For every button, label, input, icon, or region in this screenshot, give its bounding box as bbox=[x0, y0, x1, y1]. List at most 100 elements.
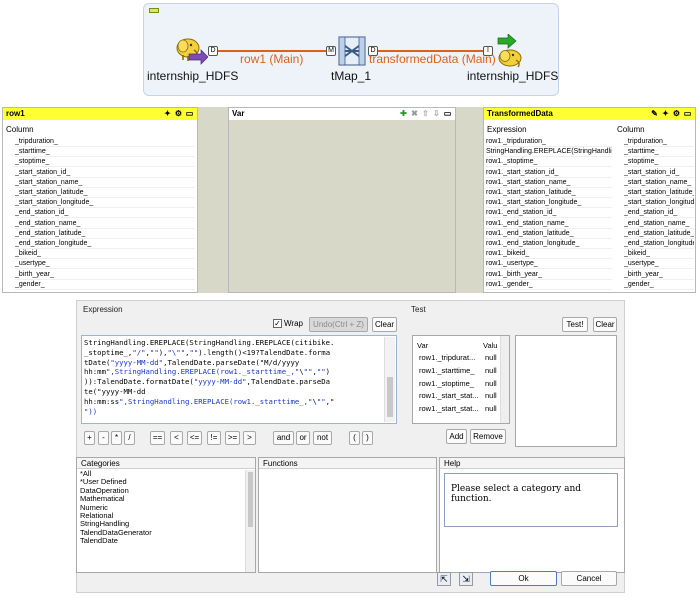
operator-button[interactable]: - bbox=[98, 431, 109, 445]
output-expression-cell[interactable]: row1._start_station_id_ bbox=[486, 168, 612, 178]
categories-scroll-thumb[interactable] bbox=[248, 472, 253, 527]
operator-button[interactable]: / bbox=[124, 431, 135, 445]
output-expression-cell[interactable]: row1._start_station_name_ bbox=[486, 178, 612, 188]
minimize-icon[interactable]: ▭ bbox=[443, 109, 452, 118]
operator-button[interactable]: * bbox=[111, 431, 122, 445]
wrap-checkbox[interactable]: ✓ bbox=[273, 319, 282, 328]
output-column-cell[interactable]: _end_station_id_ bbox=[624, 208, 694, 219]
test-table-scrollbar[interactable] bbox=[500, 336, 509, 423]
output-column-cell[interactable]: _starttime_ bbox=[624, 147, 694, 158]
output-expression-cell[interactable]: row1._stoptime_ bbox=[486, 157, 612, 168]
test-var-name[interactable]: row1._stoptime_ bbox=[417, 380, 481, 388]
row1-column-row[interactable]: _usertype_ bbox=[15, 259, 195, 270]
output-expression-cell[interactable]: row1._end_station_name_ bbox=[486, 219, 612, 229]
functions-panel[interactable]: Functions bbox=[258, 457, 437, 573]
canvas-selection-marker[interactable] bbox=[149, 8, 159, 13]
add-filter-icon[interactable]: ✦ bbox=[163, 109, 172, 118]
source-hdfs-component[interactable] bbox=[174, 34, 209, 68]
output-expression-cell[interactable]: row1._gender_ bbox=[486, 280, 612, 290]
output-expression-cell[interactable]: row1._end_station_longitude_ bbox=[486, 239, 612, 249]
output-expression-cell[interactable]: row1._birth_year_ bbox=[486, 270, 612, 280]
test-var-value[interactable]: null bbox=[483, 391, 497, 400]
minimize-icon[interactable]: ▭ bbox=[185, 109, 194, 118]
operator-button[interactable]: <= bbox=[187, 431, 202, 445]
output-column-cell[interactable]: _end_station_latitude_ bbox=[624, 229, 694, 239]
test-clear-button[interactable]: Clear bbox=[593, 317, 617, 332]
test-var-value[interactable]: null bbox=[483, 353, 497, 362]
export-icon[interactable]: ⇱ bbox=[437, 572, 451, 586]
operator-button[interactable]: not bbox=[313, 431, 332, 445]
output-column-cell[interactable]: _bikeid_ bbox=[624, 249, 694, 260]
output-expression-cell[interactable]: row1._end_station_latitude_ bbox=[486, 229, 612, 239]
output-expression-cell[interactable]: row1._bikeid_ bbox=[486, 249, 612, 260]
row1-column-row[interactable]: _start_station_name_ bbox=[15, 178, 195, 188]
settings-icon[interactable]: ⚙ bbox=[174, 109, 183, 118]
test-var-name[interactable]: row1._starttime_ bbox=[417, 367, 481, 375]
tmap-component[interactable] bbox=[337, 35, 367, 67]
output-column-cell[interactable]: _gender_ bbox=[624, 280, 694, 290]
test-var-name[interactable]: row1._start_stat... bbox=[417, 392, 481, 400]
row1-column-row[interactable]: _start_station_latitude_ bbox=[15, 188, 195, 198]
var-table[interactable]: Var ✚ ✖ ⇧ ⇩ ▭ bbox=[228, 107, 456, 293]
row1-connection-label[interactable]: row1 (Main) bbox=[240, 52, 303, 66]
operator-button[interactable]: == bbox=[150, 431, 165, 445]
ok-button[interactable]: Ok bbox=[490, 571, 557, 586]
category-item[interactable]: TalendDate bbox=[78, 536, 152, 545]
test-var-name[interactable]: row1._start_stat... bbox=[417, 405, 481, 413]
output-expression-cell[interactable]: row1._tripduration_ bbox=[486, 137, 612, 147]
output-column-cell[interactable]: _end_station_longitude_ bbox=[624, 239, 694, 249]
row1-column-row[interactable]: _bikeid_ bbox=[15, 249, 195, 260]
output-column-cell[interactable]: _birth_year_ bbox=[624, 270, 694, 280]
add-test-var-button[interactable]: Add bbox=[446, 429, 467, 444]
row1-input-table[interactable]: row1 ✦ ⚙ ▭ Column _tripduration_ _startti… bbox=[2, 107, 198, 293]
add-filter-icon[interactable]: ✦ bbox=[661, 109, 670, 118]
transformed-output-table[interactable]: TransformedData ✎ ✦ ⚙ ▭ Expression Colum… bbox=[483, 107, 696, 293]
output-expression-cell[interactable]: row1._start_station_longitude_ bbox=[486, 198, 612, 209]
operator-button[interactable]: + bbox=[84, 431, 95, 445]
output-column-cell[interactable]: _end_station_name_ bbox=[624, 219, 694, 229]
operator-button[interactable]: and bbox=[273, 431, 294, 445]
pencil-icon[interactable]: ✎ bbox=[650, 109, 659, 118]
expression-editor[interactable]: StringHandling.EREPLACE(StringHandling.E… bbox=[81, 335, 397, 424]
move-down-icon[interactable]: ⇩ bbox=[432, 109, 441, 118]
minimize-icon[interactable]: ▭ bbox=[683, 109, 692, 118]
move-up-icon[interactable]: ⇧ bbox=[421, 109, 430, 118]
output-column-cell[interactable]: _start_station_id_ bbox=[624, 168, 694, 178]
operator-button[interactable]: > bbox=[243, 431, 256, 445]
remove-test-var-button[interactable]: Remove bbox=[470, 429, 506, 444]
add-var-icon[interactable]: ✚ bbox=[399, 109, 408, 118]
transformed-connection-label[interactable]: transformedData (Main) bbox=[369, 52, 496, 66]
target-input-port[interactable]: I bbox=[483, 46, 493, 56]
row1-column-row[interactable]: _end_station_id_ bbox=[15, 208, 195, 219]
output-column-cell[interactable]: _start_station_longitude_ bbox=[624, 198, 694, 209]
undo-button[interactable]: Undo(Ctrl + Z) bbox=[309, 317, 368, 332]
row1-column-row[interactable]: _end_station_name_ bbox=[15, 219, 195, 229]
target-hdfs-component[interactable] bbox=[494, 33, 528, 68]
import-icon[interactable]: ⇲ bbox=[459, 572, 473, 586]
row1-column-row[interactable]: _start_station_longitude_ bbox=[15, 198, 195, 209]
operator-button[interactable]: >= bbox=[225, 431, 240, 445]
source-output-port[interactable]: D bbox=[208, 46, 218, 56]
categories-panel[interactable]: Categories *All *User Defined DataOperatio… bbox=[76, 457, 256, 573]
output-column-cell[interactable]: _start_station_name_ bbox=[624, 178, 694, 188]
operator-button[interactable]: ) bbox=[362, 431, 373, 445]
tmap-input-port[interactable]: M bbox=[326, 46, 336, 56]
row1-column-row[interactable]: _gender_ bbox=[15, 280, 195, 290]
test-var-value[interactable]: null bbox=[483, 379, 497, 388]
output-column-cell[interactable]: _tripduration_ bbox=[624, 137, 694, 147]
test-var-value[interactable]: null bbox=[483, 366, 497, 375]
operator-button[interactable]: ( bbox=[349, 431, 360, 445]
cancel-button[interactable]: Cancel bbox=[561, 571, 617, 586]
row1-column-row[interactable]: _stoptime_ bbox=[15, 157, 195, 168]
test-var-name[interactable]: row1._tripdurat... bbox=[417, 354, 481, 362]
output-column-cell[interactable]: _stoptime_ bbox=[624, 157, 694, 168]
test-variables-table[interactable]: Var Valu row1._tripdurat... null row1._sta… bbox=[412, 335, 510, 424]
remove-var-icon[interactable]: ✖ bbox=[410, 109, 419, 118]
operator-button[interactable]: != bbox=[207, 431, 221, 445]
operator-button[interactable]: < bbox=[170, 431, 183, 445]
output-column-cell[interactable]: _start_station_latitude_ bbox=[624, 188, 694, 198]
editor-scrollbar[interactable] bbox=[384, 337, 395, 422]
expression-clear-button[interactable]: Clear bbox=[372, 317, 397, 332]
test-run-button[interactable]: Test! bbox=[562, 317, 588, 332]
editor-scroll-thumb[interactable] bbox=[387, 377, 393, 417]
